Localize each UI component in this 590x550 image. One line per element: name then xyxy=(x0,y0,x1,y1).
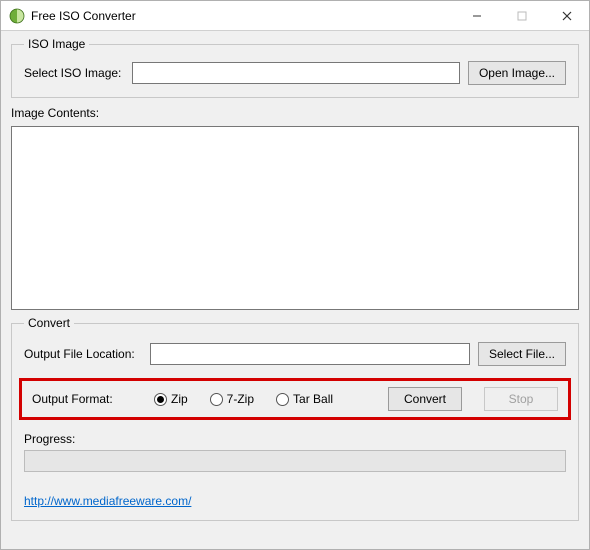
radio-dot-icon xyxy=(276,393,289,406)
convert-legend: Convert xyxy=(24,316,74,330)
window-controls xyxy=(454,1,589,30)
convert-button[interactable]: Convert xyxy=(388,387,462,411)
image-contents-list[interactable] xyxy=(11,126,579,310)
progress-label: Progress: xyxy=(24,432,75,446)
app-icon xyxy=(9,8,25,24)
radio-7zip[interactable]: 7-Zip xyxy=(210,392,254,406)
window-title: Free ISO Converter xyxy=(31,9,454,23)
website-link[interactable]: http://www.mediafreeware.com/ xyxy=(24,494,566,508)
output-format-label: Output Format: xyxy=(32,392,132,406)
convert-group: Convert Output File Location: Select Fil… xyxy=(11,316,579,521)
radio-7zip-label: 7-Zip xyxy=(227,392,254,406)
radio-zip[interactable]: Zip xyxy=(154,392,188,406)
radio-tarball-label: Tar Ball xyxy=(293,392,333,406)
output-location-input[interactable] xyxy=(150,343,470,365)
radio-tarball[interactable]: Tar Ball xyxy=(276,392,333,406)
radio-zip-label: Zip xyxy=(171,392,188,406)
radio-dot-icon xyxy=(210,393,223,406)
maximize-button[interactable] xyxy=(499,1,544,30)
minimize-button[interactable] xyxy=(454,1,499,30)
iso-path-input[interactable] xyxy=(132,62,460,84)
app-window: Free ISO Converter ISO Image Select ISO … xyxy=(0,0,590,550)
output-location-label: Output File Location: xyxy=(24,347,142,361)
titlebar: Free ISO Converter xyxy=(1,1,589,31)
iso-image-legend: ISO Image xyxy=(24,37,89,51)
progress-bar xyxy=(24,450,566,472)
select-iso-label: Select ISO Image: xyxy=(24,66,124,80)
image-contents-label: Image Contents: xyxy=(11,106,579,120)
radio-dot-icon xyxy=(154,393,167,406)
output-format-row: Output Format: Zip 7-Zip Tar Ball Conver… xyxy=(19,378,571,420)
select-file-button[interactable]: Select File... xyxy=(478,342,566,366)
close-button[interactable] xyxy=(544,1,589,30)
iso-image-group: ISO Image Select ISO Image: Open Image..… xyxy=(11,37,579,98)
open-image-button[interactable]: Open Image... xyxy=(468,61,566,85)
client-area: ISO Image Select ISO Image: Open Image..… xyxy=(1,31,589,549)
stop-button[interactable]: Stop xyxy=(484,387,558,411)
